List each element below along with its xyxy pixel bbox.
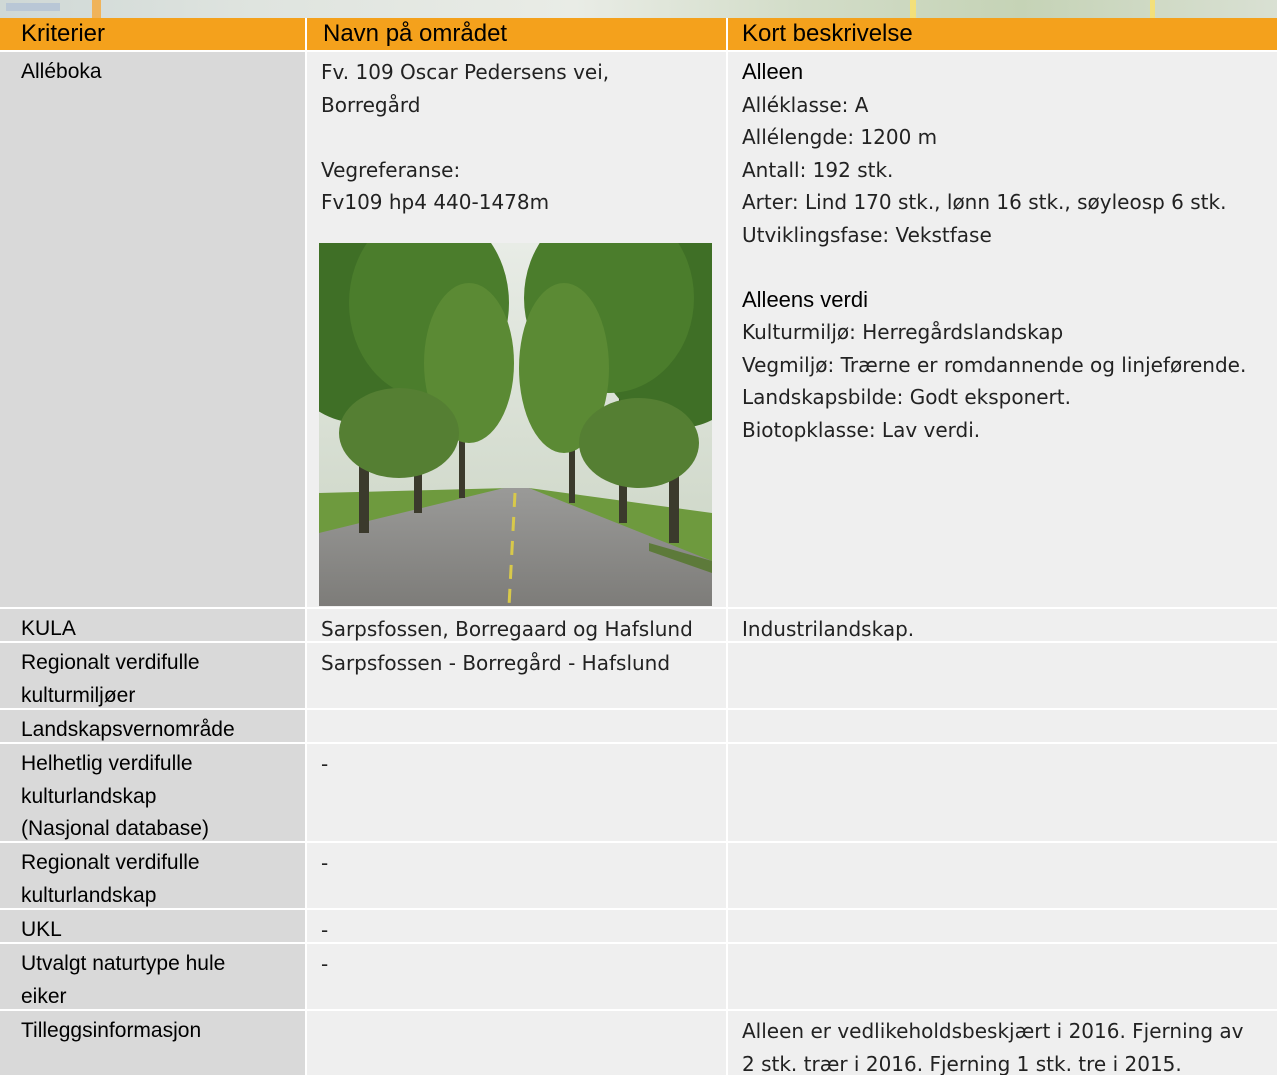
kula-description: Industrilandskap.: [728, 609, 1277, 641]
row-label-line: kulturlandskap: [21, 880, 295, 909]
area-name-line: Fv. 109 Oscar Pedersens vei,: [321, 56, 716, 89]
row-label-tillegg: Tilleggsinformasjon: [0, 1011, 305, 1075]
row-label-line: Helhetlig verdifulle: [21, 748, 295, 781]
row-label-line: Regionalt verdifulle: [21, 847, 295, 880]
regional-kulturmiljo-description: [728, 643, 1277, 708]
ukl-description: [728, 910, 1277, 942]
tillegg-description: Alleen er vedlikeholdsbeskjært i 2016. F…: [728, 1011, 1277, 1075]
landskapsvern-description: [728, 710, 1277, 742]
alleen-heading: Alleen: [742, 56, 1277, 89]
hule-eiker-name: -: [307, 944, 726, 1009]
verdi-detail: Biotopklasse: Lav verdi.: [742, 414, 1277, 447]
regional-kulturlandskap-name: -: [307, 843, 726, 908]
tillegg-line: Alleen er vedlikeholdsbeskjært i 2016. F…: [742, 1015, 1277, 1048]
helhetlig-name: -: [307, 744, 726, 841]
row-label-regional-kulturlandskap: Regionalt verdifulle kulturlandskap: [0, 843, 305, 908]
row-label-line: kulturlandskap: [21, 781, 295, 814]
alleen-detail: Antall: 192 stk.: [742, 154, 1277, 187]
kula-name: Sarpsfossen, Borregaard og Hafslund: [307, 609, 726, 641]
header-kriterier: Kriterier: [0, 18, 305, 50]
tillegg-name: [307, 1011, 726, 1075]
row-label-line: Utvalgt naturtype hule: [21, 948, 295, 981]
row-label-alleboka: Alléboka: [0, 52, 305, 607]
regional-kulturlandskap-description: [728, 843, 1277, 908]
row-label-line: Regionalt verdifulle: [21, 647, 295, 680]
row-label-line: eiker: [21, 981, 295, 1010]
map-background-strip: [0, 0, 1277, 18]
row-label-landskapsvern: Landskapsvernområde: [0, 710, 305, 742]
avenue-photo: [319, 243, 712, 606]
row-label-regional-kulturmiljo: Regionalt verdifulle kulturmiljøer: [0, 643, 305, 708]
map-label-fragment: [6, 3, 60, 11]
alleboka-description-cell: Alleen Alléklasse: A Allélengde: 1200 m …: [728, 52, 1277, 607]
vegreferanse-value: Fv109 hp4 440-1478m: [321, 186, 716, 219]
alleboka-name-cell: Fv. 109 Oscar Pedersens vei, Borregård V…: [307, 52, 726, 607]
hule-eiker-description: [728, 944, 1277, 1009]
criteria-table: Kriterier Navn på området Kort beskrivel…: [0, 18, 1277, 1075]
area-name-line: Borregård: [321, 89, 716, 122]
row-label-hule-eiker: Utvalgt naturtype hule eiker: [0, 944, 305, 1009]
map-road: [1150, 0, 1155, 18]
row-label-line: (Nasjonal database): [21, 813, 295, 841]
row-label-line: kulturmiljøer: [21, 680, 295, 709]
verdi-detail: Landskapsbilde: Godt eksponert.: [742, 381, 1277, 414]
regional-kulturmiljo-name: Sarpsfossen - Borregård - Hafslund: [307, 643, 726, 708]
row-label-helhetlig: Helhetlig verdifulle kulturlandskap (Nas…: [0, 744, 305, 841]
alleen-detail: Utviklingsfase: Vekstfase: [742, 219, 1277, 252]
ukl-name: -: [307, 910, 726, 942]
map-road: [910, 0, 916, 18]
row-label-text: Alléboka: [21, 56, 295, 89]
row-label-ukl: UKL: [0, 910, 305, 942]
tillegg-line: 2 stk. trær i 2016. Fjerning 1 stk. tre …: [742, 1048, 1277, 1075]
row-label-kula: KULA: [0, 609, 305, 641]
landskapsvern-name: [307, 710, 726, 742]
verdi-detail: Kulturmiljø: Herregårdslandskap: [742, 316, 1277, 349]
helhetlig-description: [728, 744, 1277, 841]
verdi-detail: Vegmiljø: Trærne er romdannende og linje…: [742, 349, 1277, 382]
vegreferanse-label: Vegreferanse:: [321, 154, 716, 187]
map-road: [92, 0, 101, 18]
header-beskrivelse: Kort beskrivelse: [728, 18, 1277, 50]
alleen-detail: Alléklasse: A: [742, 89, 1277, 122]
header-navn: Navn på området: [307, 18, 726, 50]
alleen-detail: Arter: Lind 170 stk., lønn 16 stk., søyl…: [742, 186, 1277, 219]
alleens-verdi-heading: Alleens verdi: [742, 284, 1277, 317]
alleen-detail: Allélengde: 1200 m: [742, 121, 1277, 154]
